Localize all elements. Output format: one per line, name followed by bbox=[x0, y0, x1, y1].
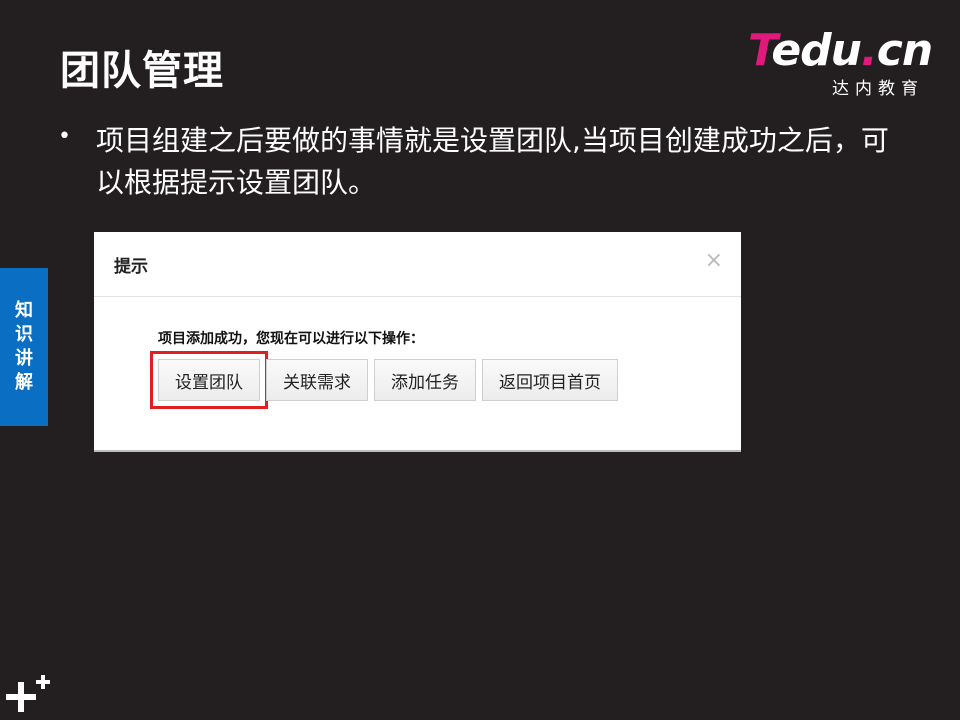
side-tab-knowledge: 知 识 讲 解 bbox=[0, 268, 48, 426]
close-icon[interactable]: × bbox=[705, 248, 723, 273]
plus-logo-icon bbox=[6, 675, 50, 712]
dialog-message: 项目添加成功，您现在可以进行以下操作： bbox=[158, 331, 424, 347]
link-requirements-button[interactable]: 关联需求 bbox=[266, 359, 368, 401]
add-task-button[interactable]: 添加任务 bbox=[374, 359, 476, 401]
set-team-button[interactable]: 设置团队 bbox=[150, 351, 268, 409]
tedu-logo: Tedu.cn 达内教育 bbox=[748, 28, 933, 100]
bullet-text: 项目组建之后要做的事情就是设置团队,当项目创建成功之后，可以根据提示设置团队。 bbox=[96, 124, 889, 199]
side-tab-char: 讲 bbox=[15, 348, 33, 369]
logo-subtitle: 达内教育 bbox=[832, 79, 924, 99]
dialog-header: 提示 × bbox=[94, 232, 741, 297]
side-tab-char: 知 bbox=[15, 300, 33, 321]
back-to-project-home-button[interactable]: 返回项目首页 bbox=[482, 359, 618, 401]
slide-title: 团队管理 bbox=[60, 48, 224, 94]
side-tab-char: 识 bbox=[15, 324, 33, 345]
logo-wordmark: Tedu.cn bbox=[748, 25, 933, 76]
dialog-button-row: 设置团队 关联需求 添加任务 返回项目首页 bbox=[150, 351, 618, 409]
prompt-dialog: 提示 × 项目添加成功，您现在可以进行以下操作： 设置团队 关联需求 添加任务 … bbox=[94, 232, 741, 452]
side-tab-char: 解 bbox=[15, 372, 33, 393]
dialog-title: 提示 bbox=[114, 257, 148, 277]
bullet-dot-icon: • bbox=[58, 124, 71, 149]
